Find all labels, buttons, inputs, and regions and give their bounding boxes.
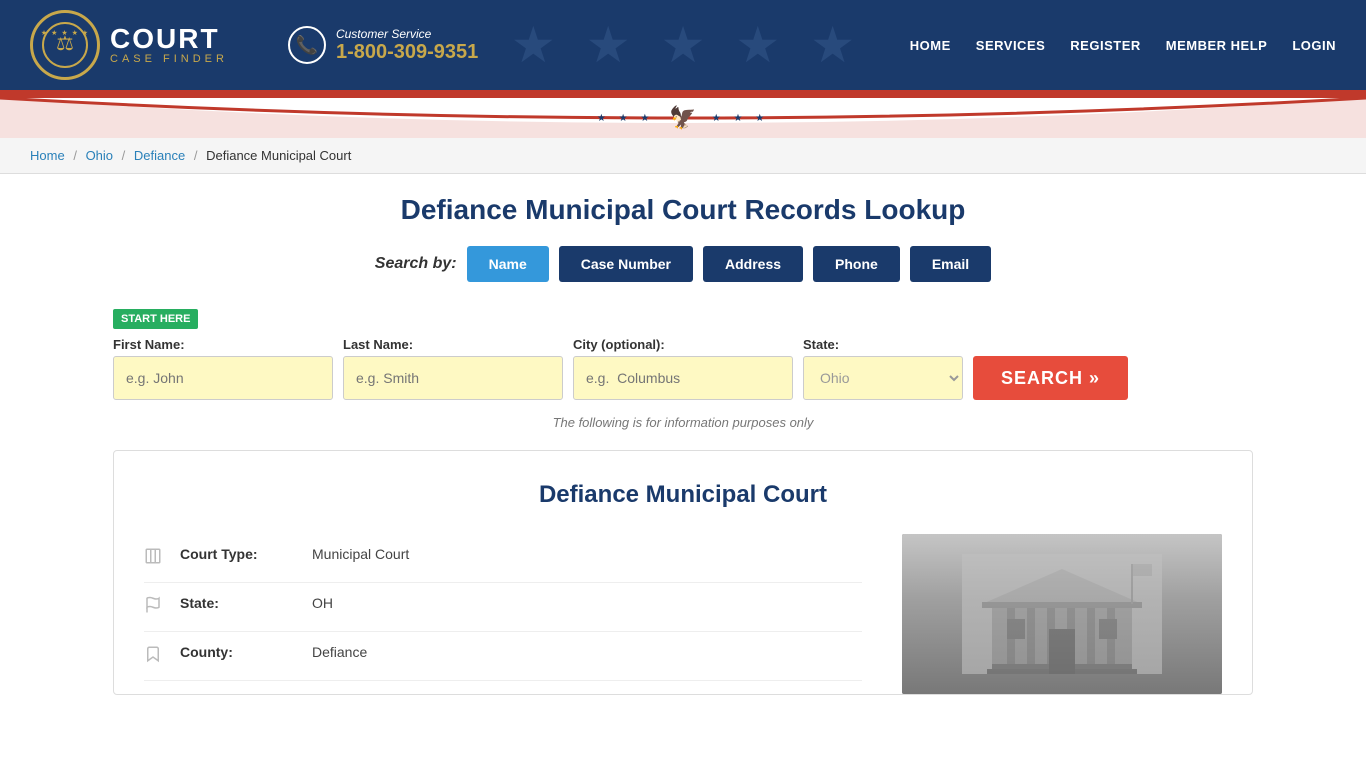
flag-icon [144,596,168,619]
columns-icon [144,547,168,570]
main-nav: HOME SERVICES REGISTER MEMBER HELP LOGIN [910,38,1336,53]
nav-login[interactable]: LOGIN [1292,38,1336,53]
header-stars-decoration: ★ ★ ★ ★ ★ [483,0,883,90]
court-details-left: Court Type: Municipal Court State: OH [144,534,862,694]
svg-text:★ ★ ★ ★ ★: ★ ★ ★ ★ ★ [41,29,89,37]
city-label: City (optional): [573,337,793,352]
state-value: OH [312,595,333,611]
site-header: ★ ★ ★ ★ ★ ⚖ ★ ★ ★ ★ ★ COURT CASE FINDER … [0,0,1366,90]
nav-member-help[interactable]: MEMBER HELP [1166,38,1268,53]
tab-address[interactable]: Address [703,246,803,282]
red-accent-bar [0,90,1366,98]
site-logo[interactable]: ⚖ ★ ★ ★ ★ ★ COURT CASE FINDER [30,10,228,80]
court-building-image [902,534,1222,694]
breadcrumb-sep-1: / [73,148,77,163]
customer-service-block: 📞 Customer Service 1-800-309-9351 [288,26,478,64]
breadcrumb-ohio[interactable]: Ohio [86,148,113,163]
eagle-icon: 🦅 [669,105,696,131]
county-value: Defiance [312,644,367,660]
first-name-group: First Name: [113,337,333,400]
cs-label: Customer Service [336,27,478,41]
search-form-area: START HERE First Name: Last Name: City (… [113,297,1253,400]
search-by-label: Search by: [375,255,457,273]
county-label: County: [180,644,300,660]
tab-email[interactable]: Email [910,246,991,282]
breadcrumb-current: Defiance Municipal Court [206,148,351,163]
eagle-banner: ★ ★ ★ 🦅 ★ ★ ★ [0,98,1366,138]
court-info-title: Defiance Municipal Court [144,481,1222,509]
eagle-badge: ★ ★ ★ 🦅 ★ ★ ★ [597,105,769,131]
last-name-label: Last Name: [343,337,563,352]
last-name-group: Last Name: [343,337,563,400]
tab-phone[interactable]: Phone [813,246,900,282]
city-input[interactable] [573,356,793,400]
tab-case-number[interactable]: Case Number [559,246,693,282]
breadcrumb: Home / Ohio / Defiance / Defiance Munici… [0,138,1366,174]
page-title: Defiance Municipal Court Records Lookup [113,194,1253,226]
detail-state: State: OH [144,583,862,632]
court-type-value: Municipal Court [312,546,409,562]
phone-icon: 📞 [288,26,326,64]
breadcrumb-sep-3: / [194,148,198,163]
logo-text: COURT CASE FINDER [110,25,228,65]
search-button[interactable]: SEARCH » [973,356,1128,400]
main-content: Defiance Municipal Court Records Lookup … [83,174,1283,715]
nav-services[interactable]: SERVICES [976,38,1046,53]
search-form: First Name: Last Name: City (optional): … [113,337,1253,400]
detail-county: County: Defiance [144,632,862,681]
logo-sub-label: CASE FINDER [110,53,228,65]
state-select[interactable]: Ohio Alabama Alaska Arizona Arkansas Cal… [803,356,963,400]
search-section: Search by: Name Case Number Address Phon… [113,246,1253,282]
first-name-input[interactable] [113,356,333,400]
info-note: The following is for information purpose… [113,415,1253,430]
breadcrumb-sep-2: / [122,148,126,163]
stars-left: ★ ★ ★ [597,113,654,124]
bookmark-icon [144,645,168,668]
state-group: State: Ohio Alabama Alaska Arizona Arkan… [803,337,963,400]
last-name-input[interactable] [343,356,563,400]
tab-name[interactable]: Name [467,246,549,282]
logo-court-label: COURT [110,25,228,53]
stars-right: ★ ★ ★ [712,113,769,124]
breadcrumb-defiance[interactable]: Defiance [134,148,185,163]
state-label-detail: State: [180,595,300,611]
cs-phone: 1-800-309-9351 [336,41,478,64]
detail-court-type: Court Type: Municipal Court [144,534,862,583]
court-details: Court Type: Municipal Court State: OH [144,534,1222,694]
court-type-label: Court Type: [180,546,300,562]
search-tabs-row: Search by: Name Case Number Address Phon… [113,246,1253,282]
nav-home[interactable]: HOME [910,38,951,53]
first-name-label: First Name: [113,337,333,352]
logo-emblem: ⚖ ★ ★ ★ ★ ★ [30,10,100,80]
state-label: State: [803,337,963,352]
court-info-box: Defiance Municipal Court Court Type: Mun… [113,450,1253,695]
city-group: City (optional): [573,337,793,400]
start-here-badge: START HERE [113,309,198,329]
nav-register[interactable]: REGISTER [1070,38,1140,53]
breadcrumb-home[interactable]: Home [30,148,65,163]
